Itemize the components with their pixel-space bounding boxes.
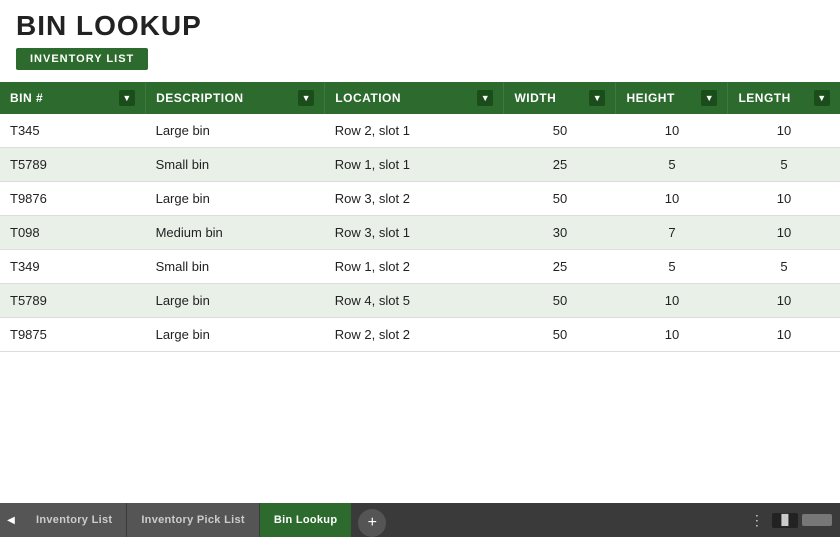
cell-description: Small bin [146,148,325,182]
page-title: BIN LOOKUP [16,10,824,42]
cell-description: Large bin [146,182,325,216]
cell-height: 10 [616,182,728,216]
cell-bin: T098 [0,216,146,250]
dropdown-arrow-height[interactable]: ▼ [701,90,717,106]
bottom-right-controls: ⋮ ▐▌ [742,512,840,529]
tab-bin-lookup[interactable]: Bin Lookup [260,503,353,537]
cell-bin: T5789 [0,148,146,182]
tab-inventory-pick-list[interactable]: Inventory Pick List [127,503,260,537]
cell-description: Medium bin [146,216,325,250]
cell-width: 50 [504,182,616,216]
dropdown-arrow-width[interactable]: ▼ [589,90,605,106]
dropdown-arrow-bin[interactable]: ▼ [119,90,135,106]
table-row[interactable]: T5789Large binRow 4, slot 5501010 [0,284,840,318]
inventory-list-button[interactable]: INVENTORY LIST [16,48,148,70]
cell-location: Row 1, slot 1 [325,148,504,182]
bin-lookup-table: BIN #▼DESCRIPTION▼LOCATION▼WIDTH▼HEIGHT▼… [0,82,840,352]
table-container: BIN #▼DESCRIPTION▼LOCATION▼WIDTH▼HEIGHT▼… [0,82,840,512]
cell-bin: T345 [0,114,146,148]
cell-bin: T5789 [0,284,146,318]
cell-height: 10 [616,284,728,318]
cell-location: Row 3, slot 2 [325,182,504,216]
column-header-description[interactable]: DESCRIPTION▼ [146,82,325,114]
scroll-handle[interactable] [802,514,832,526]
cell-width: 50 [504,284,616,318]
column-header-length[interactable]: LENGTH▼ [728,82,840,114]
column-header-location[interactable]: LOCATION▼ [325,82,504,114]
more-options-button[interactable]: ⋮ [742,512,772,529]
cell-width: 25 [504,250,616,284]
header: BIN LOOKUP INVENTORY LIST [0,0,840,74]
cell-length: 5 [728,250,840,284]
tabs-row: Inventory ListInventory Pick ListBin Loo… [22,503,742,537]
cell-length: 10 [728,318,840,352]
cell-height: 5 [616,148,728,182]
scroll-left-button[interactable]: ◀ [0,503,22,537]
column-header-width[interactable]: WIDTH▼ [504,82,616,114]
add-tab-button[interactable]: + [358,509,386,537]
cell-height: 10 [616,318,728,352]
table-row[interactable]: T098Medium binRow 3, slot 130710 [0,216,840,250]
cell-location: Row 3, slot 1 [325,216,504,250]
cell-width: 50 [504,318,616,352]
table-row[interactable]: T5789Small binRow 1, slot 12555 [0,148,840,182]
dropdown-arrow-description[interactable]: ▼ [298,90,314,106]
cell-description: Large bin [146,318,325,352]
table-row[interactable]: T345Large binRow 2, slot 1501010 [0,114,840,148]
cell-height: 10 [616,114,728,148]
table-row[interactable]: T349Small binRow 1, slot 22555 [0,250,840,284]
cell-height: 7 [616,216,728,250]
column-header-bin[interactable]: BIN #▼ [0,82,146,114]
cell-width: 50 [504,114,616,148]
dropdown-arrow-location[interactable]: ▼ [477,90,493,106]
cell-width: 25 [504,148,616,182]
cell-location: Row 4, slot 5 [325,284,504,318]
cell-bin: T349 [0,250,146,284]
table-row[interactable]: T9875Large binRow 2, slot 2501010 [0,318,840,352]
cell-description: Large bin [146,284,325,318]
cell-description: Small bin [146,250,325,284]
cell-height: 5 [616,250,728,284]
dropdown-arrow-length[interactable]: ▼ [814,90,830,106]
bottom-bar: ◀ Inventory ListInventory Pick ListBin L… [0,503,840,537]
cell-bin: T9876 [0,182,146,216]
cell-location: Row 2, slot 1 [325,114,504,148]
cell-length: 5 [728,148,840,182]
cell-length: 10 [728,114,840,148]
cell-length: 10 [728,216,840,250]
cell-location: Row 2, slot 2 [325,318,504,352]
column-header-height[interactable]: HEIGHT▼ [616,82,728,114]
cell-description: Large bin [146,114,325,148]
cell-length: 10 [728,284,840,318]
cell-location: Row 1, slot 2 [325,250,504,284]
cell-length: 10 [728,182,840,216]
zoom-indicator: ▐▌ [772,513,798,528]
cell-bin: T9875 [0,318,146,352]
table-row[interactable]: T9876Large binRow 3, slot 2501010 [0,182,840,216]
tab-inventory-list[interactable]: Inventory List [22,503,127,537]
cell-width: 30 [504,216,616,250]
